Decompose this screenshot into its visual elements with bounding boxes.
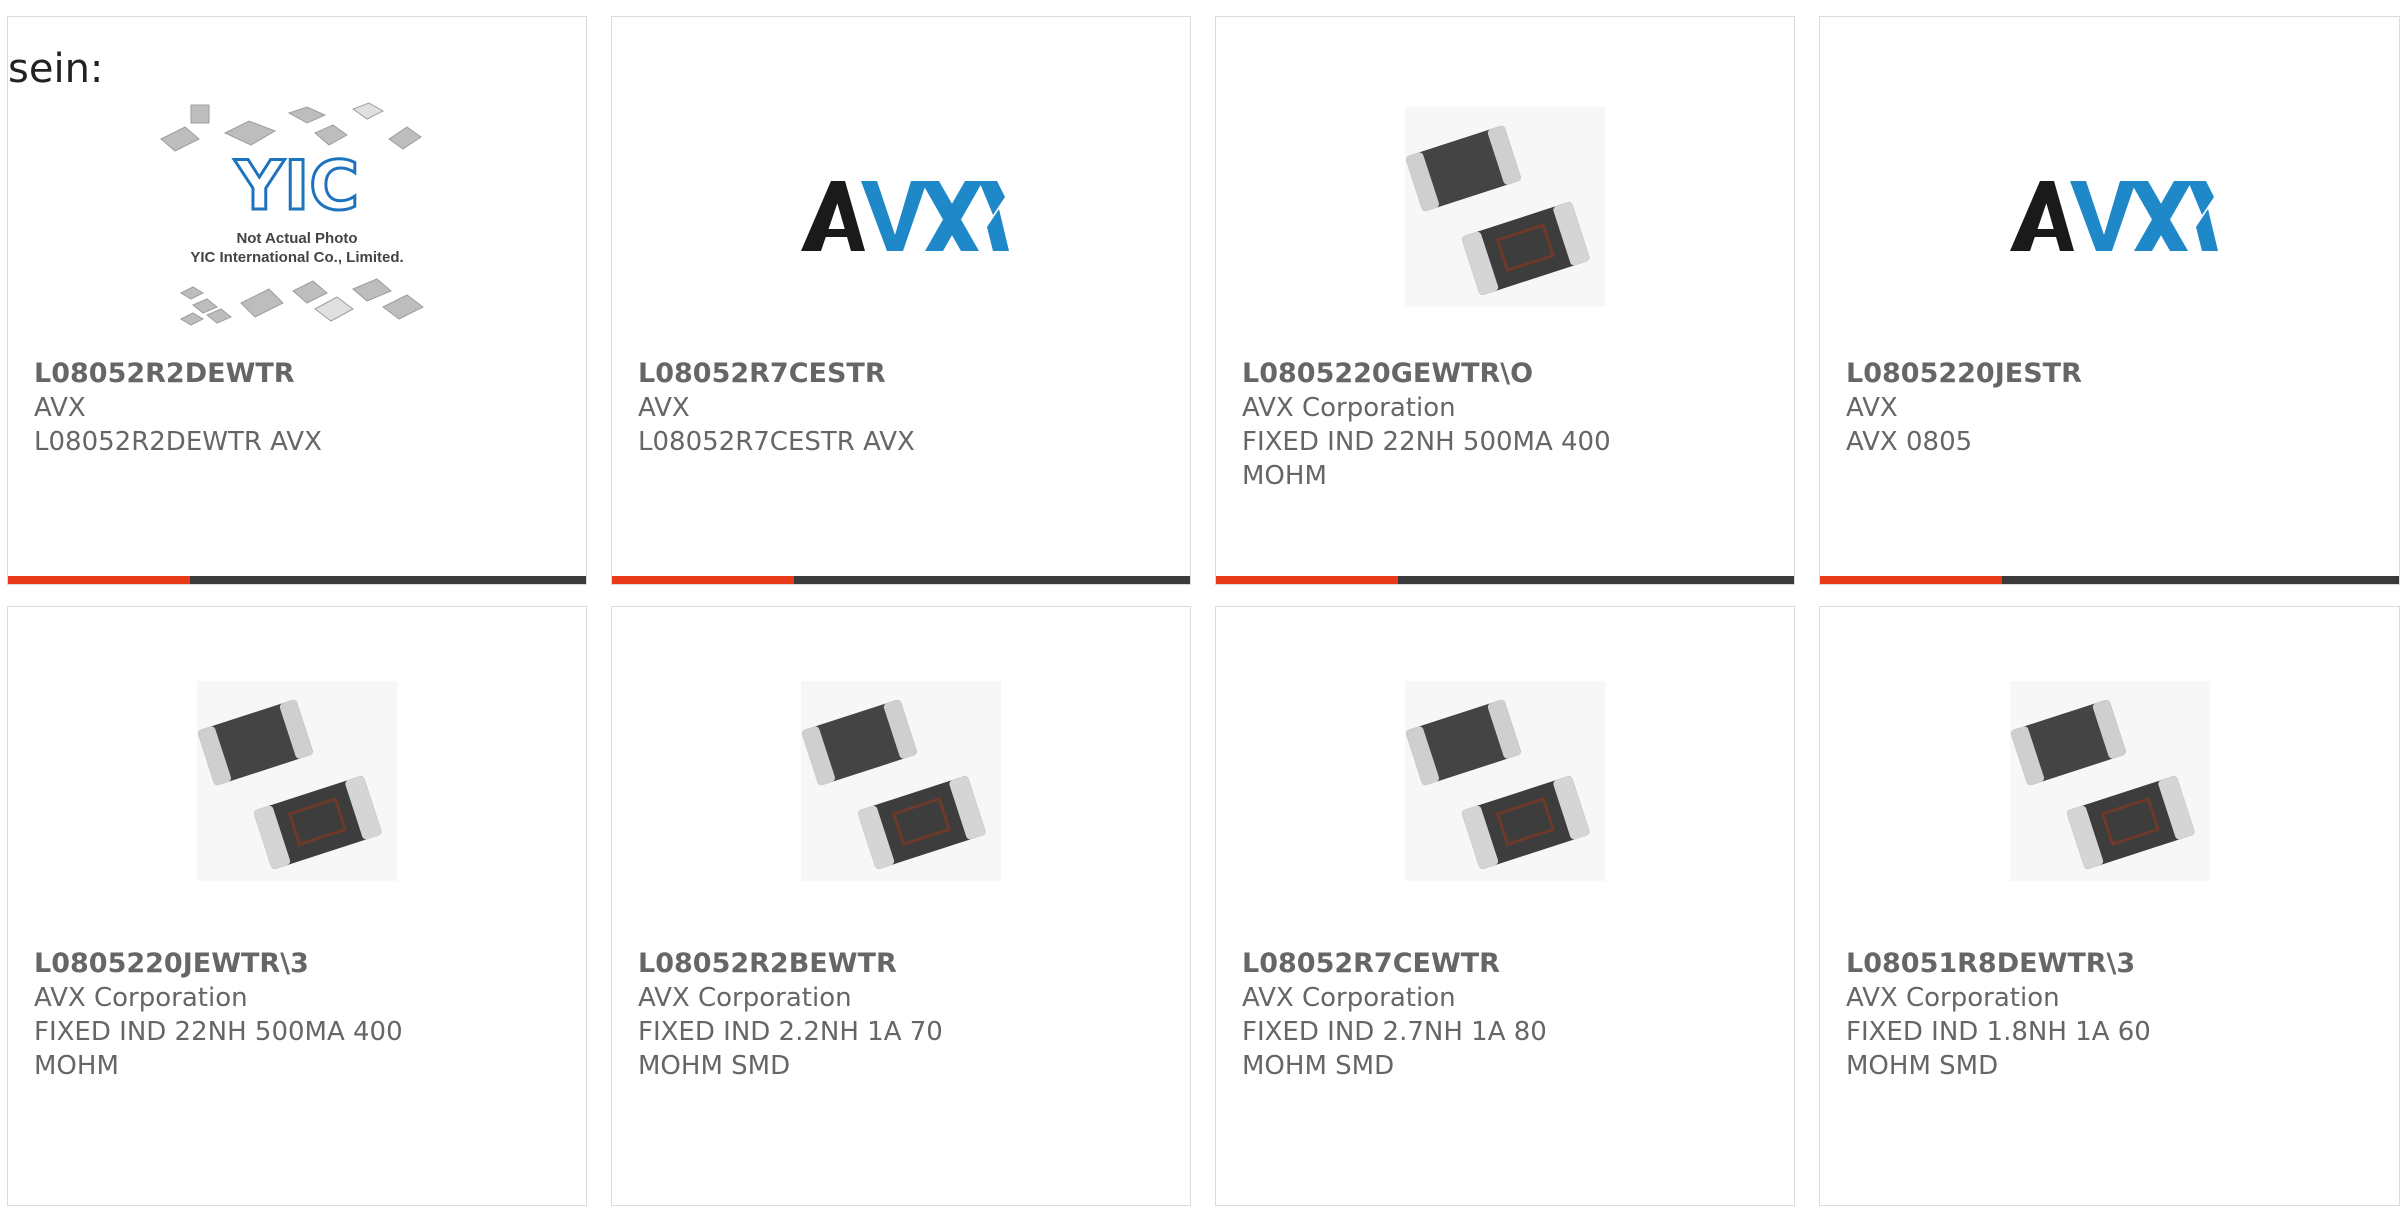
smd-inductor-image[interactable] — [1365, 97, 1645, 347]
avx-logo-image[interactable] — [761, 97, 1041, 347]
smd-inductor-image[interactable] — [761, 671, 1041, 921]
product-card[interactable]: L08052R7CEWTR AVX Corporation FIXED IND … — [1215, 606, 1795, 1206]
description: AVX 0805 — [1846, 427, 1973, 457]
product-image-placeholder[interactable]: YIC Not Actual Photo YIC International C… — [157, 97, 437, 347]
part-number[interactable]: L0805220JEWTR\3 — [34, 947, 560, 981]
description: FIXED IND 2.2NH 1A 70 MOHM SMD — [638, 1017, 943, 1081]
manufacturer: AVX — [638, 393, 690, 423]
part-number[interactable]: L08052R7CEWTR — [1242, 947, 1768, 981]
part-number[interactable]: L0805220GEWTR\O — [1242, 357, 1768, 391]
placeholder-line-1: Not Actual Photo — [236, 230, 357, 247]
part-number[interactable]: L0805220JESTR — [1846, 357, 2373, 391]
manufacturer: AVX — [1846, 393, 1898, 423]
avx-logo — [801, 181, 1009, 251]
card-accent-bar — [612, 576, 794, 584]
description: L08052R7CESTR AVX — [638, 427, 915, 457]
yic-logo: YIC — [234, 147, 359, 226]
part-number[interactable]: L08051R8DEWTR\3 — [1846, 947, 2373, 981]
card-bottom-bar — [1216, 576, 1794, 584]
card-accent-bar — [1216, 576, 1398, 584]
manufacturer: AVX Corporation — [1242, 393, 1456, 423]
product-card[interactable]: L0805220GEWTR\O AVX Corporation FIXED IN… — [1215, 16, 1795, 585]
description: FIXED IND 22NH 500MA 400 MOHM — [34, 1017, 403, 1081]
smd-inductor-image[interactable] — [157, 671, 437, 921]
product-card[interactable]: L0805220JEWTR\3 AVX Corporation FIXED IN… — [7, 606, 587, 1206]
manufacturer: AVX — [34, 393, 86, 423]
avx-logo-image[interactable] — [1970, 97, 2250, 347]
description: FIXED IND 1.8NH 1A 60 MOHM SMD — [1846, 1017, 2151, 1081]
part-number[interactable]: L08052R2DEWTR — [34, 357, 560, 391]
smd-inductor-image[interactable] — [1970, 671, 2250, 921]
smd-inductor-photo — [2009, 681, 2210, 881]
manufacturer: AVX Corporation — [638, 983, 852, 1013]
page-text-fragment: sein: — [8, 46, 104, 92]
card-accent-bar — [8, 576, 190, 584]
product-card[interactable]: L08052R2BEWTR AVX Corporation FIXED IND … — [611, 606, 1191, 1206]
smd-inductor-photo — [1405, 107, 1605, 307]
description: L08052R2DEWTR AVX — [34, 427, 322, 457]
product-card[interactable]: L0805220JESTR AVX AVX 0805 — [1819, 16, 2400, 585]
placeholder-line-2: YIC International Co., Limited. — [190, 249, 403, 266]
part-number[interactable]: L08052R7CESTR — [638, 357, 1164, 391]
smd-inductor-image[interactable] — [1365, 671, 1645, 921]
smd-inductor-photo — [801, 681, 1001, 881]
manufacturer: AVX Corporation — [1846, 983, 2060, 1013]
product-card[interactable]: L08052R7CESTR AVX L08052R7CESTR AVX — [611, 16, 1191, 585]
description: FIXED IND 22NH 500MA 400 MOHM — [1242, 427, 1611, 491]
product-card[interactable]: L08051R8DEWTR\3 AVX Corporation FIXED IN… — [1819, 606, 2400, 1206]
smd-inductor-photo — [197, 681, 397, 881]
product-card[interactable]: YIC Not Actual Photo YIC International C… — [7, 16, 587, 585]
description: FIXED IND 2.7NH 1A 80 MOHM SMD — [1242, 1017, 1547, 1081]
card-accent-bar — [1820, 576, 2002, 584]
smd-inductor-photo — [1405, 681, 1605, 881]
manufacturer: AVX Corporation — [1242, 983, 1456, 1013]
avx-logo — [2009, 181, 2218, 251]
card-bottom-bar — [1820, 576, 2399, 584]
part-number[interactable]: L08052R2BEWTR — [638, 947, 1164, 981]
manufacturer: AVX Corporation — [34, 983, 248, 1013]
card-bottom-bar — [8, 576, 586, 584]
card-bottom-bar — [612, 576, 1190, 584]
